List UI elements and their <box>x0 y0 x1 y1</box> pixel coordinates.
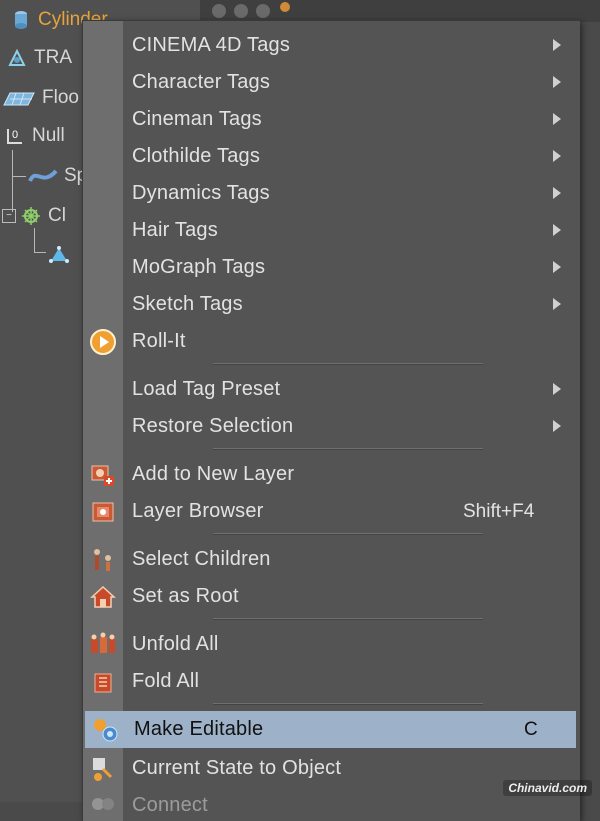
triangle-icon <box>48 243 70 265</box>
menu-separator <box>213 448 483 450</box>
submenu-arrow-icon <box>553 298 561 310</box>
menu-item-label: Unfold All <box>132 633 219 655</box>
menu-item-unfold-all[interactable]: Unfold All <box>83 626 580 663</box>
submenu-arrow-icon <box>553 224 561 236</box>
menu-item-clothilde-tags[interactable]: Clothilde Tags <box>83 138 580 175</box>
menu-item-label: Layer Browser <box>132 500 264 522</box>
null-icon: 0 <box>4 125 26 147</box>
tree-row-label: Null <box>32 125 65 146</box>
tree-row-floor[interactable]: Floo <box>2 82 79 114</box>
menu-item-label: Clothilde Tags <box>132 145 261 167</box>
submenu-arrow-icon <box>553 420 561 432</box>
menu-item-shortcut: Shift+F4 <box>463 500 535 522</box>
tree-row-label: Floo <box>42 87 79 108</box>
menu-separator <box>213 618 483 620</box>
tree-row-tra[interactable]: TRA <box>6 42 72 74</box>
menu-separator <box>213 533 483 535</box>
menu-item-label: Hair Tags <box>132 219 218 241</box>
svg-text:0: 0 <box>12 129 18 141</box>
menu-item-layer-browser[interactable]: Layer Browser Shift+F4 <box>83 493 580 530</box>
menu-item-label: Make Editable <box>134 718 264 740</box>
menu-item-label: Add to New Layer <box>132 463 295 485</box>
menu-item-sketch-tags[interactable]: Sketch Tags <box>83 286 580 323</box>
menu-item-set-as-root[interactable]: Set as Root <box>83 578 580 615</box>
menu-item-label: Dynamics Tags <box>132 182 270 204</box>
menu-item-label: MoGraph Tags <box>132 256 266 278</box>
menu-item-cinema4d-tags[interactable]: CINEMA 4D Tags <box>83 27 580 64</box>
menu-item-label: Connect <box>132 794 208 816</box>
menu-item-label: CINEMA 4D Tags <box>132 34 291 56</box>
tree-connector <box>12 176 26 177</box>
tree-row-child[interactable] <box>48 238 76 270</box>
toolbar-check-icon <box>256 4 270 18</box>
menu-item-mograph-tags[interactable]: MoGraph Tags <box>83 249 580 286</box>
spline-icon <box>28 165 58 187</box>
menu-item-label: Sketch Tags <box>132 293 243 315</box>
menu-item-make-editable[interactable]: Make Editable C <box>85 711 576 748</box>
watermark: Chinavid.com <box>503 780 592 796</box>
cloner-icon <box>20 205 42 227</box>
roll-it-icon <box>89 328 117 356</box>
menu-item-select-children[interactable]: Select Children <box>83 541 580 578</box>
submenu-arrow-icon <box>553 39 561 51</box>
submenu-arrow-icon <box>553 76 561 88</box>
tree-row-null[interactable]: 0 Null <box>4 120 65 152</box>
menu-item-label: Cineman Tags <box>132 108 262 130</box>
tag-icon <box>280 2 290 12</box>
submenu-arrow-icon <box>553 187 561 199</box>
unfold-icon <box>89 631 117 659</box>
submenu-arrow-icon <box>553 383 561 395</box>
menu-separator <box>213 703 483 705</box>
menu-item-restore-selection[interactable]: Restore Selection <box>83 408 580 445</box>
menu-item-fold-all[interactable]: Fold All <box>83 663 580 700</box>
connect-icon <box>89 792 117 820</box>
tree-connector <box>34 228 35 252</box>
toolbar-dot-icon <box>234 4 248 18</box>
tree-row-spline[interactable]: Sp <box>28 160 87 192</box>
menu-item-shortcut: C <box>524 718 538 740</box>
set-root-icon <box>89 583 117 611</box>
menu-item-load-tag-preset[interactable]: Load Tag Preset <box>83 371 580 408</box>
attribute-toolbar <box>200 0 600 22</box>
tree-connector <box>34 252 46 253</box>
menu-item-label: Select Children <box>132 548 271 570</box>
cylinder-icon <box>10 9 32 31</box>
submenu-arrow-icon <box>553 113 561 125</box>
menu-item-cineman-tags[interactable]: Cineman Tags <box>83 101 580 138</box>
submenu-arrow-icon <box>553 150 561 162</box>
menu-item-roll-it[interactable]: Roll-It <box>83 323 580 360</box>
menu-item-label: Load Tag Preset <box>132 378 281 400</box>
make-editable-icon <box>91 716 119 744</box>
tree-row-label: TRA <box>34 47 72 68</box>
toolbar-dot-icon <box>212 4 226 18</box>
menu-item-dynamics-tags[interactable]: Dynamics Tags <box>83 175 580 212</box>
current-state-icon <box>89 755 117 783</box>
fold-icon <box>89 668 117 696</box>
menu-item-label: Roll-It <box>132 330 186 352</box>
floor-icon <box>2 87 36 109</box>
menu-item-label: Current State to Object <box>132 757 342 779</box>
menu-item-add-to-new-layer[interactable]: Add to New Layer <box>83 456 580 493</box>
add-layer-icon <box>89 461 117 489</box>
menu-item-label: Restore Selection <box>132 415 294 437</box>
collapse-toggle[interactable]: − <box>2 209 16 223</box>
submenu-arrow-icon <box>553 261 561 273</box>
tree-row-label: Cl <box>48 205 66 226</box>
menu-item-character-tags[interactable]: Character Tags <box>83 64 580 101</box>
transform-icon <box>6 47 28 69</box>
context-menu: CINEMA 4D Tags Character Tags Cineman Ta… <box>82 20 580 821</box>
menu-item-label: Set as Root <box>132 585 239 607</box>
menu-item-label: Character Tags <box>132 71 271 93</box>
menu-item-hair-tags[interactable]: Hair Tags <box>83 212 580 249</box>
menu-item-label: Fold All <box>132 670 200 692</box>
menu-separator <box>213 363 483 365</box>
layer-browser-icon <box>89 498 117 526</box>
select-children-icon <box>89 546 117 574</box>
